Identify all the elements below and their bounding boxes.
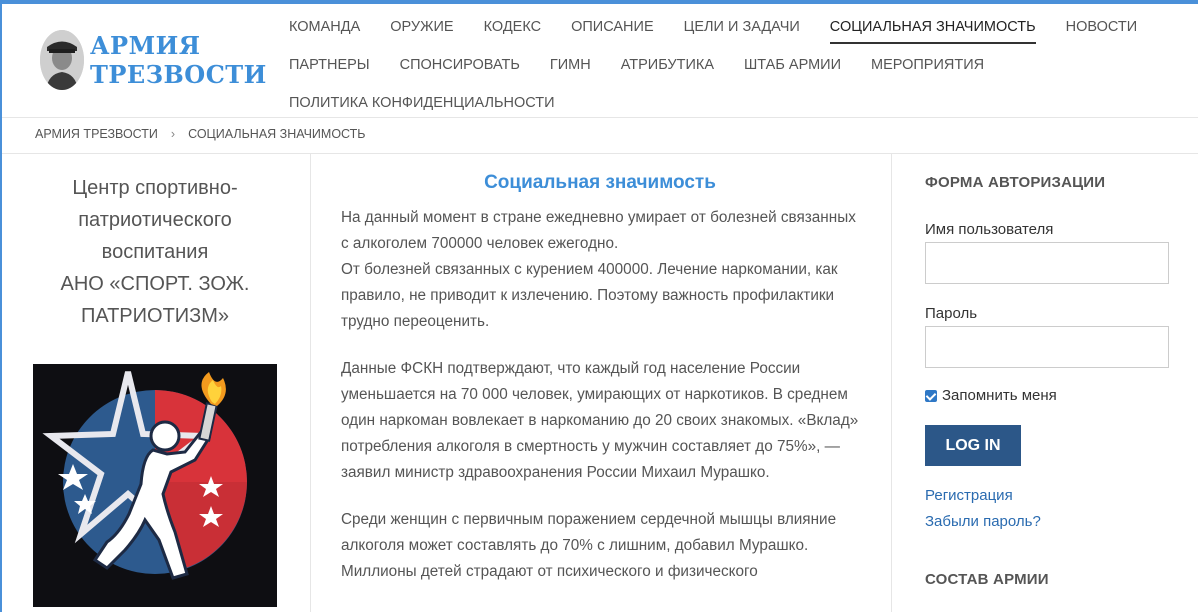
- nav-item-social-significance[interactable]: СОЦИАЛЬНАЯ ЗНАЧИМОСТЬ: [815, 19, 1051, 44]
- main-nav: КОМАНДА ОРУЖИЕ КОДЕКС ОПИСАНИЕ ЦЕЛИ И ЗА…: [274, 8, 1194, 122]
- army-members-title: СОСТАВ АРМИИ: [925, 571, 1049, 588]
- left-title-line: воспитания: [101, 241, 209, 263]
- nav-item-events[interactable]: МЕРОПРИЯТИЯ: [856, 57, 999, 73]
- nav-item-privacy-policy[interactable]: ПОЛИТИКА КОНФИДЕНЦИАЛЬНОСТИ: [274, 95, 570, 111]
- left-center-title: Центр спортивно- патриотического воспита…: [30, 172, 280, 332]
- left-title-line: патриотического: [78, 209, 232, 231]
- password-label: Пароль: [925, 305, 978, 322]
- site-logo[interactable]: АРМИЯ ТРЕЗВОСТИ: [40, 30, 267, 90]
- username-input[interactable]: [925, 242, 1169, 284]
- column-divider-right: [891, 154, 892, 612]
- top-accent-bar: [0, 0, 1198, 4]
- left-accent-edge: [0, 0, 2, 612]
- left-title-line: ПАТРИОТИЗМ»: [80, 305, 230, 327]
- nav-item-sponsor[interactable]: СПОНСИРОВАТЬ: [385, 57, 535, 73]
- login-button[interactable]: LOG IN: [925, 425, 1021, 466]
- password-input[interactable]: [925, 326, 1169, 368]
- article-title: Социальная значимость: [484, 172, 716, 193]
- logo-portrait-icon: [40, 30, 84, 90]
- nav-item-code[interactable]: КОДЕКС: [469, 19, 557, 35]
- breadcrumb: АРМИЯ ТРЕЗВОСТИ › СОЦИАЛЬНАЯ ЗНАЧИМОСТЬ: [35, 127, 366, 141]
- article-paragraph: На данный момент в стране ежедневно умир…: [341, 209, 856, 330]
- breadcrumb-current: СОЦИАЛЬНАЯ ЗНАЧИМОСТЬ: [188, 127, 366, 141]
- logo-line-2: ТРЕЗВОСТИ: [90, 60, 267, 89]
- forgot-password-link[interactable]: Забыли пароль?: [925, 513, 1041, 530]
- login-form-title: ФОРМА АВТОРИЗАЦИИ: [925, 174, 1106, 191]
- register-link[interactable]: Регистрация: [925, 487, 1013, 504]
- article-body: На данный момент в стране ежедневно умир…: [341, 205, 866, 606]
- nav-item-headquarters[interactable]: ШТАБ АРМИИ: [729, 57, 856, 73]
- logo-line-1: АРМИЯ: [90, 31, 201, 60]
- column-divider-left: [310, 154, 311, 612]
- left-title-line: Центр спортивно-: [72, 177, 238, 199]
- header-divider: [2, 117, 1198, 118]
- username-label: Имя пользователя: [925, 221, 1054, 238]
- remember-me-label: Запомнить меня: [942, 387, 1057, 404]
- nav-row-1: КОМАНДА ОРУЖИЕ КОДЕКС ОПИСАНИЕ ЦЕЛИ И ЗА…: [274, 8, 1194, 46]
- nav-item-news[interactable]: НОВОСТИ: [1051, 19, 1153, 35]
- breadcrumb-separator-icon: ›: [170, 127, 176, 141]
- nav-item-merch[interactable]: АТРИБУТИКА: [606, 57, 729, 73]
- nav-item-anthem[interactable]: ГИМН: [535, 57, 606, 73]
- left-title-line: АНО «СПОРТ. ЗОЖ.: [60, 273, 250, 295]
- breadcrumb-divider: [2, 153, 1198, 154]
- nav-row-2: ПАРТНЕРЫ СПОНСИРОВАТЬ ГИМН АТРИБУТИКА ШТ…: [274, 46, 1194, 84]
- article-paragraph: Данные ФСКН подтверждают, что каждый год…: [341, 360, 859, 481]
- runner-torch-image: [33, 364, 277, 607]
- nav-item-partners[interactable]: ПАРТНЕРЫ: [274, 57, 385, 73]
- nav-item-goals[interactable]: ЦЕЛИ И ЗАДАЧИ: [669, 19, 815, 35]
- nav-item-team[interactable]: КОМАНДА: [274, 19, 375, 35]
- nav-item-description[interactable]: ОПИСАНИЕ: [556, 19, 669, 35]
- article-paragraph: Среди женщин с первичным поражением серд…: [341, 511, 837, 580]
- remember-me: Запомнить меня: [925, 387, 1057, 404]
- remember-me-checkbox[interactable]: [925, 389, 937, 402]
- logo-text: АРМИЯ ТРЕЗВОСТИ: [90, 31, 267, 89]
- nav-item-weapons[interactable]: ОРУЖИЕ: [375, 19, 468, 35]
- breadcrumb-home-link[interactable]: АРМИЯ ТРЕЗВОСТИ: [35, 127, 158, 141]
